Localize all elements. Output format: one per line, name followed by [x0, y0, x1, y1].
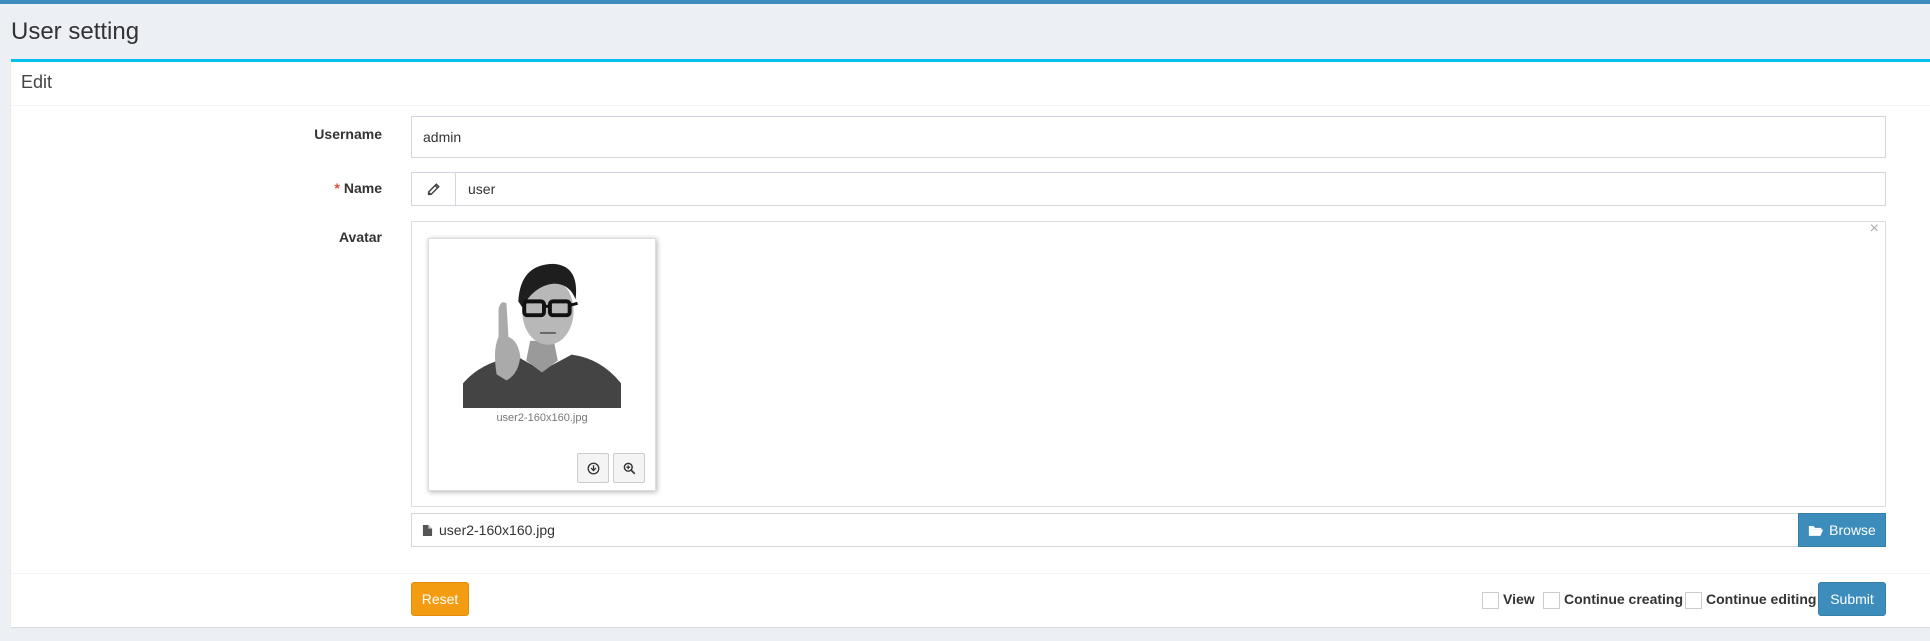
avatar-caption: user2-160x160.jpg — [496, 412, 588, 424]
file-name-wrapper: user2-160x160.jpg — [422, 522, 555, 538]
avatar-preview-frame: × user2-160x160.jpg — [411, 220, 1886, 507]
continue-editing-label: Continue editing — [1706, 591, 1817, 607]
reset-button[interactable]: Reset — [411, 582, 469, 616]
view-checkbox-label: View — [1503, 591, 1535, 607]
browse-label: Browse — [1829, 522, 1876, 538]
file-name-display[interactable]: user2-160x160.jpg — [411, 513, 1799, 547]
file-name-text: user2-160x160.jpg — [439, 522, 555, 538]
zoom-button[interactable] — [613, 453, 645, 483]
name-value: user — [468, 181, 496, 197]
pencil-icon — [412, 173, 456, 205]
continue-creating-checkbox[interactable] — [1543, 592, 1560, 609]
download-icon — [587, 462, 599, 474]
download-button[interactable] — [577, 453, 609, 483]
file-icon — [422, 524, 433, 536]
submit-button[interactable]: Submit — [1818, 582, 1886, 616]
folder-open-icon — [1809, 525, 1824, 536]
top-accent-bar — [0, 0, 1930, 4]
continue-creating-label: Continue creating — [1564, 591, 1684, 607]
name-input[interactable]: user — [411, 172, 1886, 206]
avatar-thumbnail: user2-160x160.jpg — [428, 238, 656, 491]
username-value: admin — [423, 129, 462, 145]
name-label: * Name — [182, 180, 382, 196]
footer-divider — [11, 573, 1930, 574]
avatar-label: Avatar — [338, 229, 382, 245]
zoom-in-icon — [623, 462, 635, 474]
username-label: Username — [314, 126, 382, 142]
browse-button[interactable]: Browse — [1798, 513, 1886, 547]
required-mark: * — [334, 180, 340, 196]
box-title: Edit — [11, 62, 1930, 106]
name-label-text: Name — [343, 180, 382, 196]
view-checkbox[interactable] — [1482, 592, 1499, 609]
username-input[interactable]: admin — [411, 116, 1886, 158]
close-icon[interactable]: × — [1870, 220, 1879, 238]
avatar-image — [463, 250, 621, 408]
edit-form-box: Edit Username admin *Name user Avatar × — [11, 59, 1930, 627]
continue-editing-checkbox[interactable] — [1685, 592, 1702, 609]
page-title: User setting — [11, 18, 140, 45]
